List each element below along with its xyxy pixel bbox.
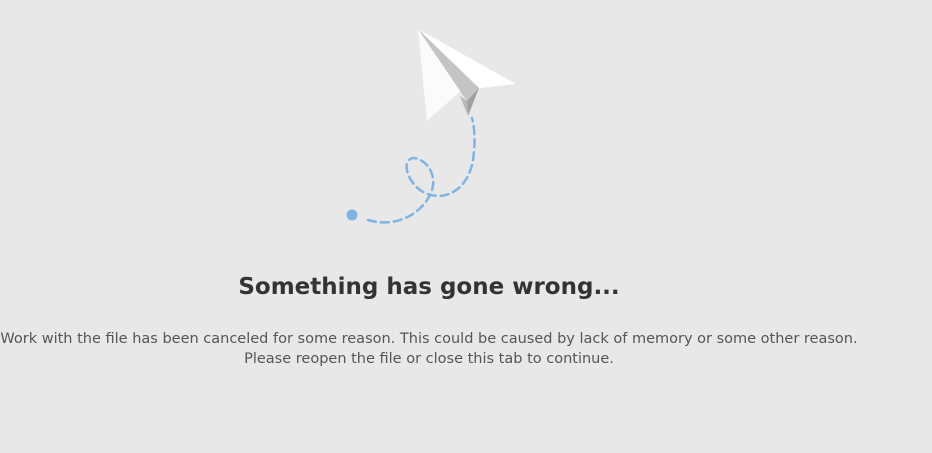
paper-plane-icon <box>418 29 516 121</box>
error-message-line-1: Work with the file has been canceled for… <box>0 331 858 347</box>
error-message-line-2: Please reopen the file or close this tab… <box>244 351 614 367</box>
error-title: Something has gone wrong... <box>238 274 620 300</box>
paper-plane-illustration <box>346 29 516 224</box>
error-page: Something has gone wrong... Work with th… <box>0 0 932 453</box>
error-message: Work with the file has been canceled for… <box>0 329 858 369</box>
trail-start-dot <box>346 209 358 221</box>
flight-trail <box>366 116 476 224</box>
